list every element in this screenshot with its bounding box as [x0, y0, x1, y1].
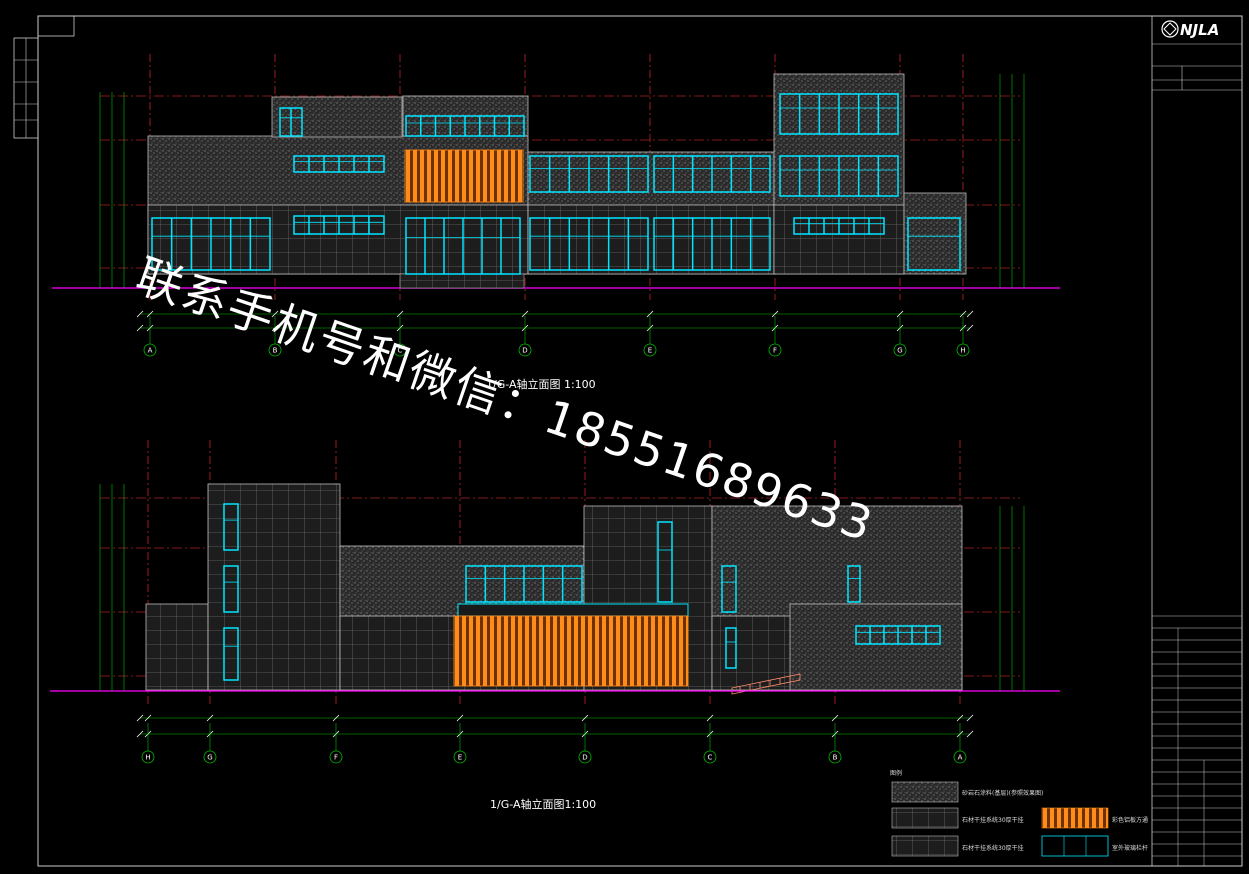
legend-label-2: 彩色铝板方通	[1112, 816, 1148, 824]
axis-label: H	[145, 754, 150, 762]
entrance-steps	[399, 273, 525, 289]
far-right-annex	[903, 192, 967, 275]
legend-swatch-stone	[891, 807, 959, 829]
left-margin-table	[13, 15, 75, 139]
orange-louvers-1	[404, 149, 524, 203]
elevation-drawing-2: H G F E D C B A 1/G-A轴立面图1:100	[50, 440, 1060, 811]
axis-label: G	[897, 347, 902, 355]
glass-railing	[457, 603, 689, 617]
legend-swatch-stone-2	[891, 835, 959, 857]
njla-logo: NJLA	[1161, 20, 1219, 39]
legend: 图例 砂岩石涂料(基层)(参照效果图) 石材干挂系统30厚干挂 彩色铝板方通 石…	[890, 769, 1148, 857]
right-wing-lower	[527, 204, 775, 275]
axis-label: C	[708, 754, 713, 762]
elevation-drawing-1: ABCDEFGH 1/G-A轴立面图 1:100	[52, 54, 1060, 391]
axis-label: E	[458, 754, 462, 762]
drawing-2-caption: 1/G-A轴立面图1:100	[490, 797, 596, 811]
axis-label: B	[833, 754, 838, 762]
left-low-wing	[145, 603, 209, 691]
axis-label: F	[773, 347, 777, 355]
logo-text: NJLA	[1180, 21, 1219, 39]
title-block: NJLA	[1151, 15, 1243, 867]
axis-label: D	[582, 754, 587, 762]
orange-louvers-2	[453, 615, 689, 687]
axis-label: F	[334, 754, 338, 762]
legend-label-4: 室外玻璃栏杆	[1112, 844, 1148, 852]
axis-label: G	[207, 754, 212, 762]
legend-label-3: 石材干挂系统30厚干挂	[962, 844, 1024, 852]
axis-label: D	[522, 347, 527, 355]
axis-label: H	[960, 347, 965, 355]
left-tower-2	[207, 483, 341, 691]
legend-swatch-orange	[1041, 807, 1109, 829]
legend-swatch-glass	[1041, 835, 1109, 857]
legend-label-0: 砂岩石涂料(基层)(参照效果图)	[962, 789, 1043, 797]
axis-label: A	[148, 347, 153, 355]
legend-label-1: 石材干挂系统30厚干挂	[962, 816, 1024, 824]
axis-label: E	[648, 347, 652, 355]
legend-title: 图例	[890, 769, 902, 777]
axis-label: A	[958, 754, 963, 762]
legend-swatch-stipple	[891, 781, 959, 803]
